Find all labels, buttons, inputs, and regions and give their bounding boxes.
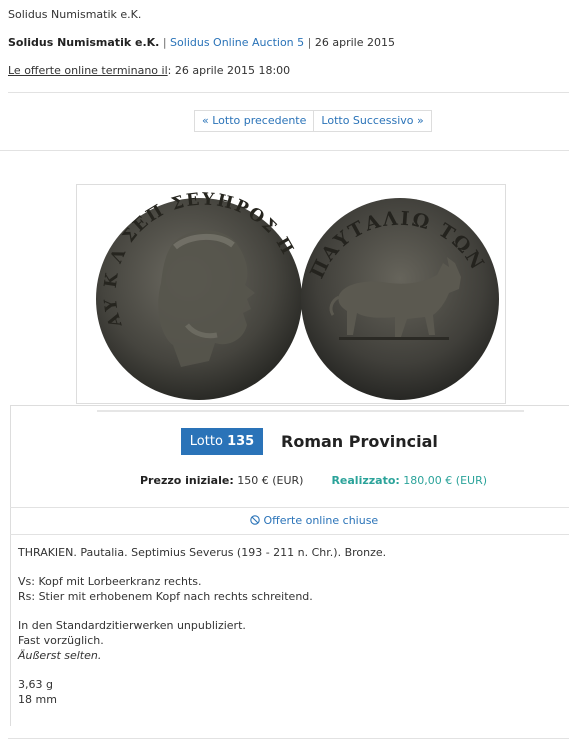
lot-pager: « Lotto precedente Lotto Successivo » bbox=[194, 110, 432, 132]
rarity-text: Äußerst selten. bbox=[18, 649, 102, 662]
realized-value: 180,00 € (EUR) bbox=[403, 474, 488, 487]
price-row: Prezzo iniziale: 150 € (EUR) Realizzato:… bbox=[140, 474, 487, 487]
coin-reverse: ΠΑΥΤΑΛΙΩ ΤΩΝ bbox=[301, 198, 499, 400]
separator: | bbox=[162, 36, 167, 49]
next-lot-button[interactable]: Lotto Successivo » bbox=[314, 110, 432, 132]
lot-number: 135 bbox=[227, 434, 255, 449]
lot-description: THRAKIEN. Pautalia. Septimius Severus (1… bbox=[18, 545, 386, 707]
lot-title: Roman Provincial bbox=[281, 432, 438, 451]
description-line: In den Standardzitierwerken unpubliziert… bbox=[18, 619, 246, 632]
bidding-status: Offerte online chiuse bbox=[250, 514, 378, 527]
divider bbox=[8, 738, 569, 739]
coin-obverse: ΑΥ Κ Λ ΣΕΠ ΣΕΥΗΡΟΣ Π bbox=[96, 189, 302, 400]
coin-weight: 3,63 g bbox=[18, 678, 53, 691]
seller-name-top: Solidus Numismatik e.K. bbox=[8, 8, 142, 21]
lot-number-badge: Lotto 135 bbox=[181, 428, 263, 455]
description-line: Äußerst selten. bbox=[18, 648, 386, 663]
divider bbox=[8, 92, 569, 93]
description-line: Rs: Stier mit erhobenem Kopf nach rechts… bbox=[18, 590, 313, 603]
auction-link[interactable]: Solidus Online Auction 5 bbox=[170, 36, 304, 49]
ban-icon bbox=[250, 515, 260, 525]
end-time-row: Le offerte online terminano il: 26 april… bbox=[8, 64, 290, 77]
auction-breadcrumb: Solidus Numismatik e.K. | Solidus Online… bbox=[8, 36, 395, 49]
coin-diameter: 18 mm bbox=[18, 693, 57, 706]
divider bbox=[10, 507, 569, 508]
auction-date: 26 aprile 2015 bbox=[314, 36, 395, 49]
start-price-value: 150 € (EUR) bbox=[237, 474, 304, 487]
realized-label: Realizzato: bbox=[331, 474, 400, 487]
end-time-colon: : bbox=[167, 64, 172, 77]
lot-label: Lotto bbox=[189, 434, 223, 449]
end-time-value: 26 aprile 2015 18:00 bbox=[174, 64, 291, 77]
divider bbox=[0, 150, 569, 151]
start-price-label: Prezzo iniziale: bbox=[140, 474, 234, 487]
end-time-label: Le offerte online terminano il bbox=[8, 64, 168, 77]
coin-image[interactable]: ΑΥ Κ Λ ΣΕΠ ΣΕΥΗΡΟΣ Π ΠΑΥΤΑΛΙΩ ΤΩΝ bbox=[76, 184, 506, 404]
seller-name: Solidus Numismatik e.K. bbox=[8, 36, 160, 49]
description-line: Vs: Kopf mit Lorbeerkranz rechts. bbox=[18, 575, 202, 588]
description-line: Fast vorzüglich. bbox=[18, 634, 104, 647]
divider bbox=[10, 534, 569, 535]
description-line: THRAKIEN. Pautalia. Septimius Severus (1… bbox=[18, 546, 387, 559]
coin-photo: ΑΥ Κ Λ ΣΕΠ ΣΕΥΗΡΟΣ Π ΠΑΥΤΑΛΙΩ ΤΩΝ bbox=[96, 189, 499, 400]
separator: | bbox=[307, 36, 312, 49]
bidding-status-text: Offerte online chiuse bbox=[263, 514, 379, 527]
previous-lot-button[interactable]: « Lotto precedente bbox=[194, 110, 315, 132]
